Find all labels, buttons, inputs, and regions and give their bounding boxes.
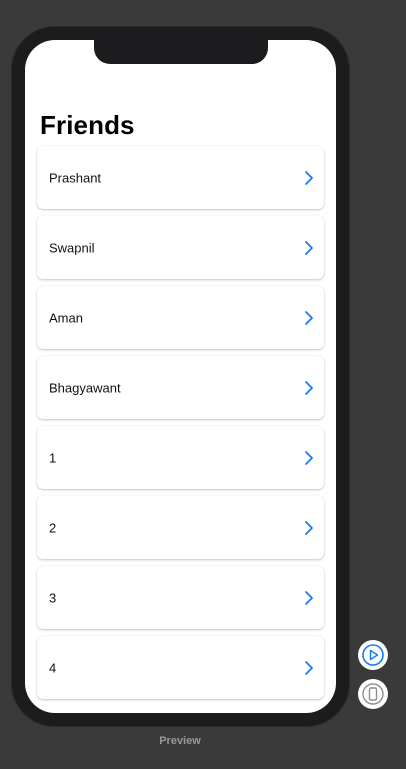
list-item-label: Bhagyawant	[49, 380, 121, 395]
chevron-right-icon	[305, 660, 313, 675]
device-icon	[362, 683, 384, 705]
chevron-right-icon	[305, 310, 313, 325]
list-item-label: 3	[49, 590, 57, 605]
device-screen: Friends Prashant Swapnil Aman Bhagyawant…	[25, 40, 336, 713]
list-item[interactable]: Bhagyawant	[37, 356, 324, 419]
list-item[interactable]: Aman	[37, 286, 324, 349]
live-preview-button[interactable]	[358, 640, 388, 670]
list-item-label: Aman	[49, 310, 83, 325]
list-item-label: 2	[49, 520, 57, 535]
list-item[interactable]: 4	[37, 636, 324, 699]
chevron-right-icon	[305, 520, 313, 535]
device-notch	[94, 40, 268, 64]
preview-label: Preview	[159, 735, 201, 747]
chevron-right-icon	[305, 450, 313, 465]
chevron-right-icon	[305, 590, 313, 605]
list-item-label: 4	[49, 660, 57, 675]
list-item-label: Swapnil	[49, 240, 95, 255]
list-item[interactable]: Swapnil	[37, 216, 324, 279]
list-item[interactable]: Prashant	[37, 146, 324, 209]
list-item[interactable]: 2	[37, 496, 324, 559]
list-item[interactable]: 3	[37, 566, 324, 629]
chevron-right-icon	[305, 380, 313, 395]
list-item-label: 1	[49, 450, 57, 465]
chevron-right-icon	[305, 240, 313, 255]
device-settings-button[interactable]	[358, 679, 388, 709]
list-item[interactable]: 1	[37, 426, 324, 489]
friends-list: Prashant Swapnil Aman Bhagyawant 1 2 3 4	[37, 146, 324, 706]
play-circle-icon	[362, 644, 384, 666]
list-item-label: Prashant	[49, 170, 102, 185]
page-title: Friends	[40, 110, 135, 140]
chevron-right-icon	[305, 170, 313, 185]
